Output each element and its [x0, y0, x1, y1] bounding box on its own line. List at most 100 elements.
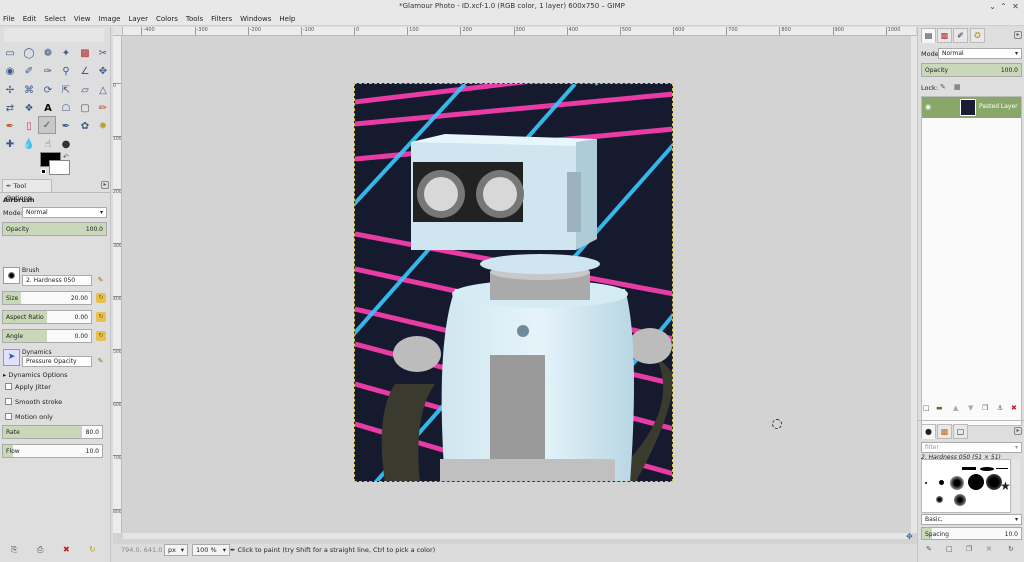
refresh-brushes-icon[interactable]: ↻: [1008, 545, 1014, 553]
flip-icon[interactable]: ⇄: [2, 100, 18, 116]
maximize-icon[interactable]: ⌃: [999, 2, 1008, 11]
smooth-stroke-checkbox[interactable]: [5, 398, 12, 405]
brushes-scrollbar[interactable]: [1012, 459, 1020, 513]
airbrush-icon[interactable]: ✓: [38, 116, 56, 134]
lock-pixels-icon[interactable]: ✎: [940, 83, 946, 91]
brush-filter-field[interactable]: filter ▾: [921, 442, 1022, 453]
blend-icon[interactable]: ▢: [77, 100, 93, 116]
restore-options-icon[interactable]: ⎙: [37, 545, 43, 555]
paintbrush-icon[interactable]: ✒: [2, 118, 18, 134]
align-icon[interactable]: ✢: [2, 82, 18, 98]
layers-list[interactable]: ◉ Pasted Layer: [921, 96, 1022, 426]
dynamics-preview[interactable]: ➤: [3, 349, 20, 366]
brush-preset-select[interactable]: Basic, ▾: [921, 514, 1022, 525]
opacity-slider[interactable]: Opacity 100.0: [2, 222, 107, 236]
panel-menu-icon[interactable]: ▸: [1014, 31, 1022, 39]
menu-select[interactable]: Select: [40, 13, 70, 26]
delete-options-icon[interactable]: ✖: [63, 545, 70, 554]
cage-transform-icon[interactable]: ❖: [21, 100, 37, 116]
smudge-icon[interactable]: ☝: [40, 136, 56, 152]
tab-tool-options[interactable]: ✒ Tool Options: [2, 179, 52, 202]
menu-image[interactable]: Image: [95, 13, 125, 26]
new-layer-group-icon[interactable]: ▬: [936, 404, 943, 412]
measure-icon[interactable]: ∠: [77, 63, 93, 79]
menu-colors[interactable]: Colors: [152, 13, 182, 26]
rect-select-icon[interactable]: ▭: [2, 45, 18, 61]
free-select-icon[interactable]: ❁: [40, 45, 56, 61]
shear-icon[interactable]: ▱: [77, 82, 93, 98]
brush-preview[interactable]: [3, 267, 20, 284]
clone-icon[interactable]: ✸: [95, 118, 111, 134]
layer-opacity-slider[interactable]: Opacity 100.0: [921, 63, 1022, 77]
ruler-corner[interactable]: [113, 27, 123, 36]
minimize-icon[interactable]: ⌄: [988, 2, 997, 11]
menu-view[interactable]: View: [70, 13, 95, 26]
duplicate-layer-icon[interactable]: ❐: [982, 404, 988, 412]
eraser-icon[interactable]: ▯: [21, 118, 37, 134]
default-colors-icon[interactable]: [41, 169, 46, 174]
menu-edit[interactable]: Edit: [19, 13, 41, 26]
color-select-icon[interactable]: ▩: [77, 45, 93, 61]
unit-select[interactable]: px ▾: [164, 544, 188, 556]
layer-row[interactable]: ◉ Pasted Layer: [922, 97, 1021, 118]
edit-brush-icon[interactable]: ✎: [96, 276, 105, 285]
duplicate-brush-icon[interactable]: ❐: [966, 545, 972, 553]
zoom-icon[interactable]: ⚲: [58, 63, 74, 79]
new-brush-icon[interactable]: □: [946, 545, 953, 553]
mode-select[interactable]: Normal ▾: [22, 207, 107, 218]
ellipse-select-icon[interactable]: ◯: [21, 45, 37, 61]
layers-mode-select[interactable]: Normal ▾: [938, 48, 1022, 59]
new-layer-icon[interactable]: □: [923, 404, 930, 412]
menu-layer[interactable]: Layer: [124, 13, 152, 26]
gradients-tab-icon[interactable]: ▢: [953, 424, 968, 439]
text-tool-icon[interactable]: A: [40, 100, 56, 116]
reset-options-icon[interactable]: ↻: [89, 545, 96, 554]
perspective-icon[interactable]: △: [95, 82, 111, 98]
save-options-icon[interactable]: ⎘: [11, 545, 17, 555]
close-window-icon[interactable]: ✕: [1011, 2, 1020, 11]
move-icon[interactable]: ✥: [95, 63, 111, 79]
blur-icon[interactable]: 💧: [21, 136, 37, 152]
panel-menu-icon[interactable]: ▸: [101, 181, 109, 189]
lower-layer-icon[interactable]: ▼: [968, 404, 973, 412]
brushes-tab-icon[interactable]: ●: [921, 424, 936, 439]
bucket-fill-icon[interactable]: ☖: [58, 100, 74, 116]
pencil-icon[interactable]: ✏: [95, 100, 111, 116]
spacing-slider[interactable]: Spacing 10.0: [921, 527, 1022, 540]
brush-edit-icon[interactable]: ✎: [926, 545, 932, 553]
reset-angle-icon[interactable]: ↻: [96, 331, 106, 341]
angle-slider[interactable]: Angle 0.00: [2, 329, 92, 343]
rate-slider[interactable]: Rate 80.0: [2, 425, 103, 439]
reset-size-icon[interactable]: ↻: [96, 293, 106, 303]
delete-layer-icon[interactable]: ✖: [1011, 404, 1017, 412]
visibility-eye-icon[interactable]: ◉: [925, 103, 931, 111]
panel-menu-icon[interactable]: ▸: [1014, 427, 1022, 435]
undo-tab-icon[interactable]: ✪: [970, 28, 985, 43]
apply-jitter-checkbox[interactable]: [5, 383, 12, 390]
edit-dynamics-icon[interactable]: ✎: [96, 357, 105, 366]
paths-icon[interactable]: ✐: [21, 63, 37, 79]
dynamics-field[interactable]: Pressure Opacity: [22, 356, 92, 367]
menu-file[interactable]: File: [0, 13, 19, 26]
heal-icon[interactable]: ✚: [2, 136, 18, 152]
channels-tab-icon[interactable]: ▩: [937, 28, 952, 43]
brush-field[interactable]: 2. Hardness 050: [22, 275, 92, 286]
foreground-select-icon[interactable]: ◉: [2, 63, 18, 79]
image-canvas[interactable]: [354, 83, 673, 482]
menu-help[interactable]: Help: [275, 13, 299, 26]
horizontal-ruler[interactable]: -400 -300 -200 -100 0 100 200 300 400 500 600 700 80…: [123, 27, 916, 36]
dynamics-options-expander[interactable]: ▸ Dynamics Options: [3, 371, 68, 379]
dodge-burn-icon[interactable]: ●: [58, 136, 74, 152]
delete-brush-icon[interactable]: ✖: [986, 545, 992, 553]
motion-only-checkbox[interactable]: [5, 413, 12, 420]
navigate-icon[interactable]: ✥: [906, 532, 913, 541]
flow-slider[interactable]: Flow 10.0: [2, 444, 103, 458]
mypaint-brush-icon[interactable]: ✿: [77, 118, 93, 134]
brush-grid[interactable]: [921, 459, 1011, 513]
aspect-ratio-slider[interactable]: Aspect Ratio 0.00: [2, 310, 92, 324]
background-color-swatch[interactable]: [49, 160, 70, 175]
menu-filters[interactable]: Filters: [207, 13, 236, 26]
size-slider[interactable]: Size 20.00: [2, 291, 92, 305]
ink-icon[interactable]: ✒: [58, 118, 74, 134]
rotate-icon[interactable]: ⟳: [40, 82, 56, 98]
